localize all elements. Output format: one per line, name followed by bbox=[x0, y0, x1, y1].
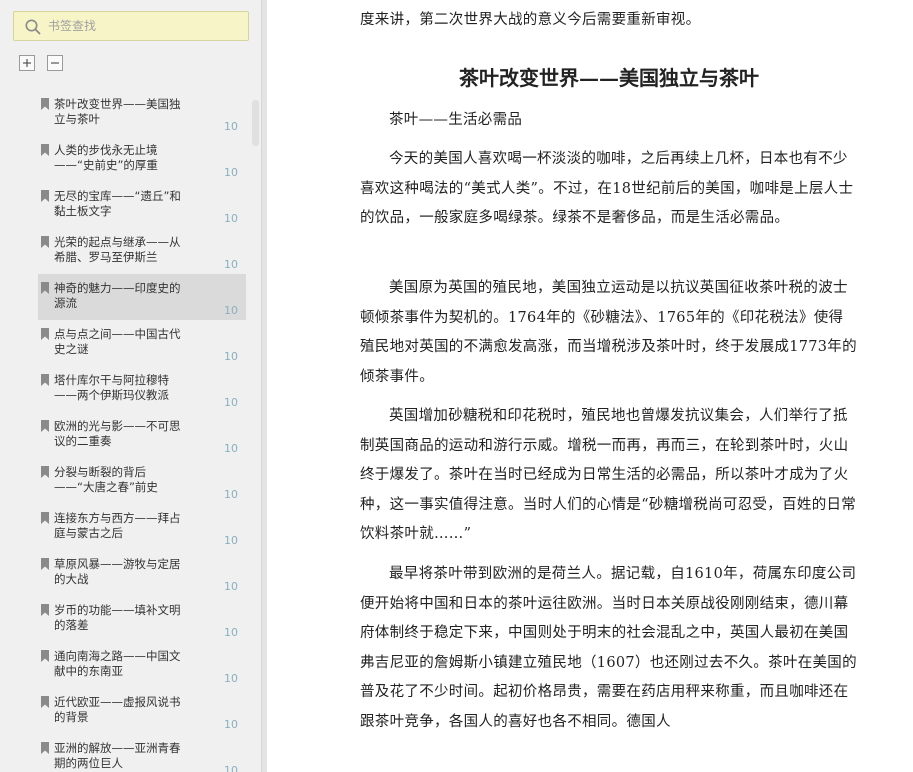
bookmark-item[interactable]: 神奇的魅力——印度史的源流 10 bbox=[38, 274, 246, 320]
bookmark-page-number: 10 bbox=[224, 396, 238, 409]
bookmark-search-input[interactable] bbox=[48, 16, 244, 36]
bookmark-title: 通向南海之路——中国文献中的东南亚 bbox=[54, 649, 181, 678]
bookmark-title: 无尽的宝库——“遗丘”和黏土板文字 bbox=[54, 189, 181, 218]
bookmark-title: 岁币的功能——填补文明的落差 bbox=[54, 603, 181, 632]
bookmark-title: 人类的步伐永无止境——“史前史”的厚重 bbox=[54, 143, 158, 172]
bookmark-title: 茶叶改变世界——美国独立与茶叶 bbox=[54, 97, 181, 126]
bookmark-title: 光荣的起点与继承——从希腊、罗马至伊斯兰 bbox=[54, 235, 181, 264]
bookmark-icon bbox=[41, 328, 49, 340]
bookmark-icon bbox=[41, 604, 49, 616]
bookmark-icon bbox=[41, 420, 49, 432]
sidebar-scrollbar[interactable] bbox=[252, 100, 260, 772]
search-icon bbox=[25, 19, 41, 35]
bookmark-item[interactable]: 点与点之间——中国古代史之谜 10 bbox=[38, 320, 246, 366]
bookmark-item[interactable]: 茶叶改变世界——美国独立与茶叶 10 bbox=[38, 90, 246, 136]
bookmark-list: 茶叶改变世界——美国独立与茶叶 10 人类的步伐永无止境——“史前史”的厚重 10 无尽… bbox=[0, 90, 261, 772]
expand-icon bbox=[23, 59, 31, 67]
paragraph: 美国原为英国的殖民地，美国独立运动是以抗议英国征收茶叶税的波士顿倾茶事件为契机的… bbox=[360, 280, 857, 385]
bookmark-page-number: 10 bbox=[224, 350, 238, 363]
bookmark-item[interactable]: 岁币的功能——填补文明的落差 10 bbox=[38, 596, 246, 642]
paragraph-continued: 度来讲，第二次世界大战的意义今后需要重新审视。 bbox=[360, 12, 701, 28]
bookmark-page-number: 10 bbox=[224, 672, 238, 685]
bookmark-title: 分裂与断裂的背后——“大唐之春”前史 bbox=[54, 465, 158, 494]
bookmark-icon bbox=[41, 98, 49, 110]
chapter-heading: 茶叶改变世界——美国独立与茶叶 bbox=[459, 66, 759, 90]
bookmark-icon bbox=[41, 650, 49, 662]
bookmark-item[interactable]: 人类的步伐永无止境——“史前史”的厚重 10 bbox=[38, 136, 246, 182]
bookmark-title: 近代欧亚——虚报风说书的背景 bbox=[54, 695, 181, 724]
bookmark-title: 神奇的魅力——印度史的源流 bbox=[54, 281, 181, 310]
bookmark-item[interactable]: 连接东方与西方——拜占庭与蒙古之后 10 bbox=[38, 504, 246, 550]
bookmark-page-number: 10 bbox=[224, 580, 238, 593]
bookmark-icon bbox=[41, 374, 49, 386]
bookmark-icon bbox=[41, 466, 49, 478]
collapse-icon bbox=[51, 62, 59, 64]
bookmark-page-number: 10 bbox=[224, 304, 238, 317]
bookmark-page-number: 10 bbox=[224, 718, 238, 731]
bookmark-icon bbox=[41, 558, 49, 570]
bookmark-icon bbox=[41, 144, 49, 156]
bookmark-title: 连接东方与西方——拜占庭与蒙古之后 bbox=[54, 511, 181, 540]
bookmark-icon bbox=[41, 696, 49, 708]
paragraph: 最早将茶叶带到欧洲的是荷兰人。据记载，自1610年，荷属东印度公司便开始将中国和… bbox=[360, 566, 857, 730]
collapse-all-button[interactable] bbox=[47, 55, 63, 71]
bookmark-title: 亚洲的解放——亚洲青春期的两位巨人 bbox=[54, 741, 181, 770]
bookmark-icon bbox=[41, 236, 49, 248]
sidebar-scroll-thumb[interactable] bbox=[252, 100, 259, 146]
bookmark-item[interactable]: 草原风暴——游牧与定居的大战 10 bbox=[38, 550, 246, 596]
bookmark-page-number: 10 bbox=[224, 764, 238, 772]
bookmark-item[interactable]: 亚洲的解放——亚洲青春期的两位巨人 10 bbox=[38, 734, 246, 772]
expand-all-button[interactable] bbox=[19, 55, 35, 71]
bookmark-title: 草原风暴——游牧与定居的大战 bbox=[54, 557, 181, 586]
paragraph: 英国增加砂糖税和印花税时，殖民地也曾爆发抗议集会，人们举行了抵制英国商品的运动和… bbox=[360, 408, 857, 542]
bookmark-page-number: 10 bbox=[224, 166, 238, 179]
bookmark-icon bbox=[41, 742, 49, 754]
bookmark-icon bbox=[41, 282, 49, 294]
bookmark-sidebar: 茶叶改变世界——美国独立与茶叶10人类的步伐永无止境——“史前史”的厚重10无尽… bbox=[0, 0, 262, 772]
bookmark-page-number: 10 bbox=[224, 488, 238, 501]
bookmark-page-number: 10 bbox=[224, 626, 238, 639]
bookmark-item[interactable]: 光荣的起点与继承——从希腊、罗马至伊斯兰 10 bbox=[38, 228, 246, 274]
bookmark-item[interactable]: 塔什库尔干与阿拉穆特——两个伊斯玛仪教派 10 bbox=[38, 366, 246, 412]
bookmark-title: 点与点之间——中国古代史之谜 bbox=[54, 327, 181, 356]
bookmark-item[interactable]: 分裂与断裂的背后——“大唐之春”前史 10 bbox=[38, 458, 246, 504]
bookmark-item[interactable]: 近代欧亚——虚报风说书的背景 10 bbox=[38, 688, 246, 734]
bookmark-page-number: 10 bbox=[224, 442, 238, 455]
bookmark-page-number: 10 bbox=[224, 258, 238, 271]
bookmark-icon bbox=[41, 512, 49, 524]
bookmark-title: 欧洲的光与影——不可思议的二重奏 bbox=[54, 419, 181, 448]
bookmark-title: 塔什库尔干与阿拉穆特——两个伊斯玛仪教派 bbox=[54, 373, 169, 402]
bookmark-page-number: 10 bbox=[224, 120, 238, 133]
bookmark-search-box[interactable] bbox=[13, 11, 249, 41]
bookmark-icon bbox=[41, 190, 49, 202]
bookmark-item[interactable]: 通向南海之路——中国文献中的东南亚 10 bbox=[38, 642, 246, 688]
bookmark-page-number: 10 bbox=[224, 534, 238, 547]
bookmark-item[interactable]: 欧洲的光与影——不可思议的二重奏 10 bbox=[38, 412, 246, 458]
section-subheading: 茶叶——生活必需品 bbox=[389, 112, 523, 128]
bookmark-page-number: 10 bbox=[224, 212, 238, 225]
bookmark-item[interactable]: 无尽的宝库——“遗丘”和黏土板文字 10 bbox=[38, 182, 246, 228]
paragraph: 今天的美国人喜欢喝一杯淡淡的咖啡，之后再续上几杯，日本也有不少喜欢这种喝法的“美… bbox=[360, 151, 854, 226]
reader-pane: 度来讲，第二次世界大战的意义今后需要重新审视。 茶叶改变世界——美国独立与茶叶 … bbox=[267, 0, 913, 772]
